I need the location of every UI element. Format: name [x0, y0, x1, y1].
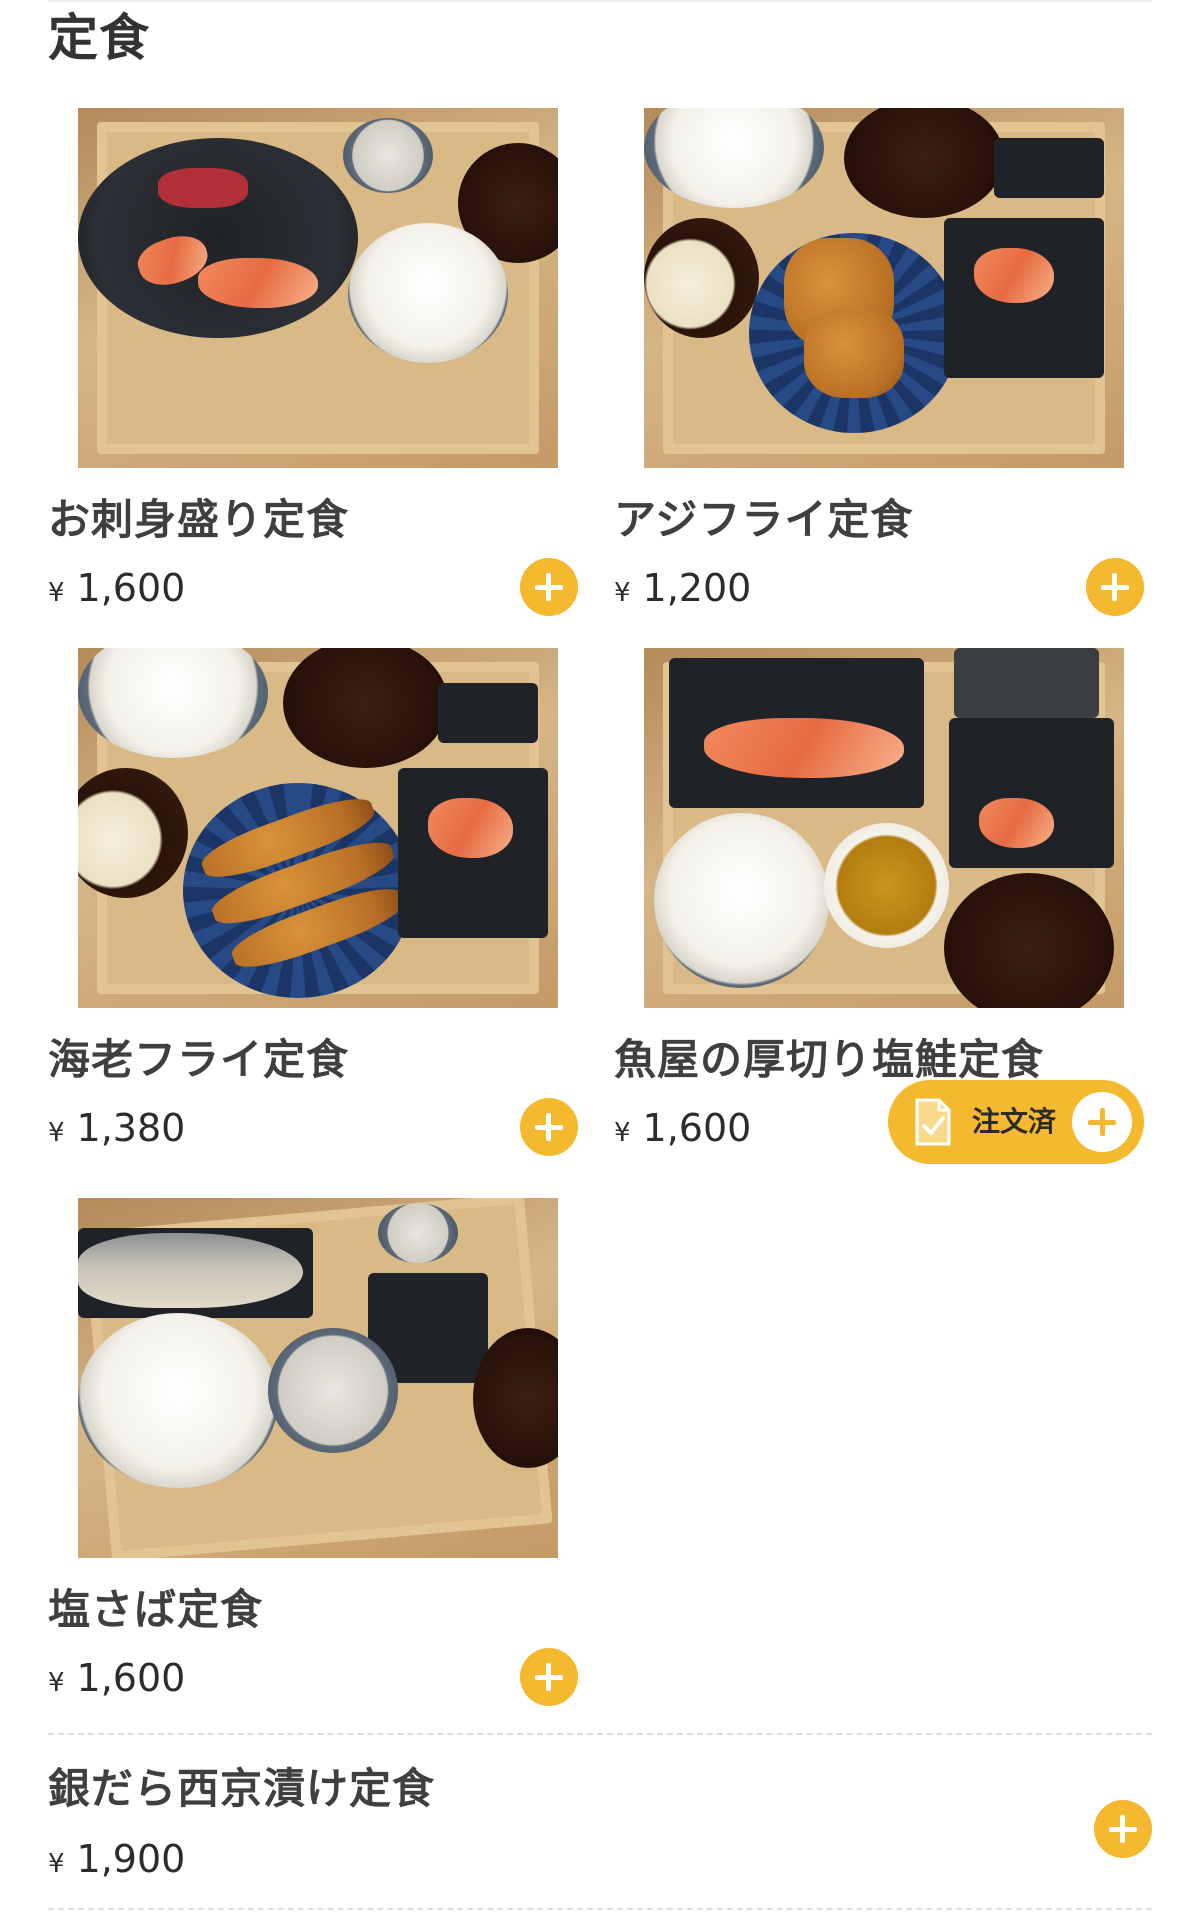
dish-price: ¥1,380 — [48, 1106, 185, 1150]
add-to-order-button[interactable] — [1086, 558, 1144, 616]
dish-price: ¥1,600 — [48, 1656, 185, 1700]
order-check-document-icon — [915, 1098, 951, 1146]
currency-symbol: ¥ — [48, 1668, 65, 1698]
item-divider — [48, 1908, 1152, 1910]
menu-card[interactable]: 海老フライ定食 ¥1,380 — [48, 648, 578, 1168]
menu-card[interactable]: 魚屋の厚切り塩鮭定食 ¥1,600 注文済 — [614, 648, 1144, 1168]
price-value: 1,600 — [76, 566, 186, 610]
top-divider — [48, 0, 1152, 2]
price-value: 1,600 — [76, 1656, 186, 1700]
dish-name: 塩さば定食 — [48, 1585, 264, 1634]
currency-symbol: ¥ — [48, 1849, 65, 1879]
add-to-order-button[interactable] — [520, 1098, 578, 1156]
dish-name: お刺身盛り定食 — [48, 495, 350, 544]
currency-symbol: ¥ — [614, 1118, 631, 1148]
menu-card[interactable]: 塩さば定食 ¥1,600 — [48, 1198, 578, 1718]
dish-name: アジフライ定食 — [614, 495, 914, 544]
menu-grid: お刺身盛り定食 ¥1,600 アジフライ定食 ¥1,200 海老フライ定食 ¥ … — [48, 108, 1152, 1728]
price-value: 1,900 — [76, 1837, 186, 1881]
dish-name: 魚屋の厚切り塩鮭定食 — [614, 1035, 1045, 1084]
menu-card[interactable]: アジフライ定食 ¥1,200 — [614, 108, 1144, 628]
dish-name: 銀だら西京漬け定食 — [48, 1764, 436, 1813]
dish-price: ¥1,200 — [614, 566, 751, 610]
plus-icon — [1072, 1092, 1132, 1152]
currency-symbol: ¥ — [614, 578, 631, 608]
currency-symbol: ¥ — [48, 578, 65, 608]
dish-price: ¥1,600 — [614, 1106, 751, 1150]
dish-photo[interactable] — [78, 648, 558, 1008]
price-value: 1,200 — [642, 566, 752, 610]
price-value: 1,600 — [642, 1106, 752, 1150]
dish-photo[interactable] — [78, 1198, 558, 1558]
ordered-add-button[interactable]: 注文済 — [888, 1080, 1144, 1164]
price-value: 1,380 — [76, 1106, 186, 1150]
add-to-order-button[interactable] — [520, 1648, 578, 1706]
dish-price: ¥1,600 — [48, 566, 185, 610]
add-to-order-button[interactable] — [1094, 1800, 1152, 1858]
add-to-order-button[interactable] — [520, 558, 578, 616]
ordered-label: 注文済 — [972, 1105, 1057, 1138]
dish-photo[interactable] — [78, 108, 558, 468]
section-title: 定食 — [48, 9, 150, 67]
menu-card[interactable]: お刺身盛り定食 ¥1,600 — [48, 108, 578, 628]
item-divider — [48, 1733, 1152, 1735]
dish-photo[interactable] — [644, 108, 1124, 468]
dish-name: 海老フライ定食 — [48, 1035, 350, 1084]
dish-price: ¥1,900 — [48, 1837, 185, 1881]
currency-symbol: ¥ — [48, 1118, 65, 1148]
dish-photo[interactable] — [644, 648, 1124, 1008]
menu-list-item[interactable]: 銀だら西京漬け定食 ¥1,900 — [48, 1755, 1152, 1905]
